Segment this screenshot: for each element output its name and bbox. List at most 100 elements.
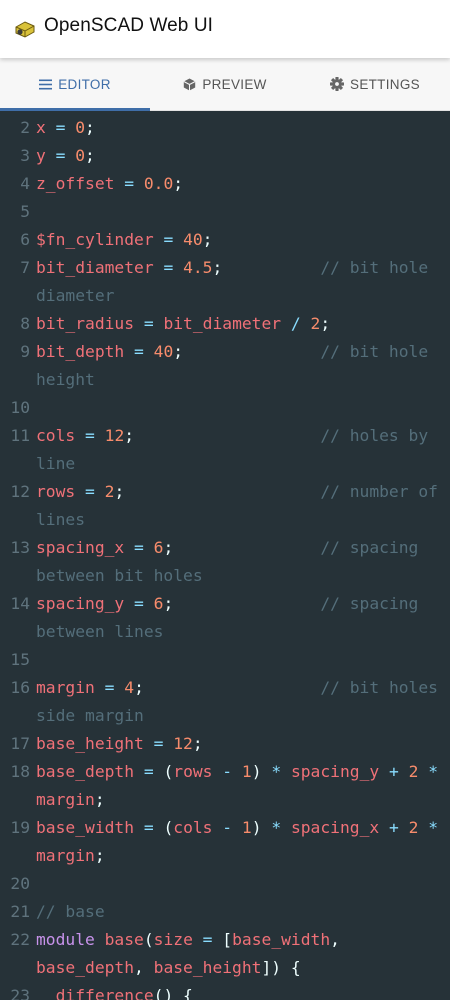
code-line[interactable]: 16 margin = 4; // bit holes side margin [0, 674, 450, 730]
line-number: 8 [20, 314, 30, 333]
line-number: 12 [10, 482, 30, 501]
line-number: 10 [10, 398, 30, 417]
code-token: ( [163, 762, 174, 781]
tab-settings[interactable]: SETTINGS [300, 58, 450, 110]
code-line[interactable]: 18 base_depth = (rows - 1) * spacing_y + … [0, 758, 450, 814]
code-token: base_height [36, 734, 144, 753]
code-line[interactable]: 10 ​ [0, 394, 450, 422]
code-line[interactable]: 6 $fn_cylinder = 40; [0, 226, 450, 254]
code-line[interactable]: 20 ​ [0, 870, 450, 898]
code-token: = [134, 762, 164, 781]
code-lines: 2x = 0;3y = 0;4z_offset = 0.0;5​6$fn_cyl… [0, 114, 450, 1000]
line-number: 19 [10, 818, 30, 837]
code-line[interactable]: 4 z_offset = 0.0; [0, 170, 450, 198]
code-token: * [261, 818, 291, 837]
code-token: spacing_x [290, 818, 380, 837]
code-token: rows [173, 762, 213, 781]
code-token: ; [173, 342, 184, 361]
line-number: 23 [10, 986, 30, 1000]
tab-editor[interactable]: EDITOR [0, 58, 150, 111]
code-token: margin [36, 678, 95, 697]
code-line[interactable]: 23 difference() { [0, 982, 450, 1000]
code-line[interactable]: 5​ [0, 198, 450, 226]
code-line[interactable]: 13 spacing_x = 6; // spacing between bit … [0, 534, 450, 590]
code-token: cols [173, 818, 213, 837]
code-token: bit_diameter [163, 314, 282, 333]
code-token: + [379, 762, 409, 781]
code-token: x [36, 118, 46, 137]
code-line[interactable]: 11 cols = 12; // holes by line [0, 422, 450, 478]
line-number: 15 [10, 650, 30, 669]
code-text: ​ [36, 198, 440, 226]
app-bar: OpenSCAD Web UI [0, 0, 450, 58]
code-token: * [418, 762, 448, 781]
code-token: ; [124, 426, 135, 445]
line-number: 2 [20, 118, 30, 137]
code-text: spacing_x = 6; // spacing between bit ho… [36, 534, 440, 590]
code-token: base_height [153, 958, 262, 977]
line-number: 13 [10, 538, 30, 557]
code-line[interactable]: 17 base_height = 12; [0, 730, 450, 758]
code-token: = [153, 258, 184, 277]
line-number: 5 [20, 202, 30, 221]
line-number: 11 [10, 426, 30, 445]
code-text: z_offset = 0.0; [36, 170, 440, 198]
code-token: ; [163, 594, 174, 613]
code-token: 2 [310, 314, 321, 333]
code-line[interactable]: 21 // base [0, 898, 450, 926]
code-line[interactable]: 3y = 0; [0, 142, 450, 170]
line-number: 4 [20, 174, 30, 193]
line-number: 18 [10, 762, 30, 781]
code-token: = [143, 734, 174, 753]
code-token: ; [320, 314, 331, 333]
line-number: 21 [10, 902, 30, 921]
code-token: base_width [232, 930, 331, 949]
code-token: ( [163, 818, 174, 837]
code-token: module [36, 930, 105, 949]
code-token: 12 [104, 426, 125, 445]
line-number: 9 [20, 342, 30, 361]
code-token: size [153, 930, 193, 949]
tab-bar: EDITOR PREVIEW SETTINGS [0, 58, 450, 111]
tab-preview[interactable]: PREVIEW [150, 58, 300, 110]
code-token: bit_depth [36, 342, 125, 361]
code-text: base_height = 12; [36, 730, 440, 758]
code-line[interactable]: 12 rows = 2; // number of lines [0, 478, 450, 534]
code-text: bit_depth = 40; // bit hole height [36, 338, 440, 394]
code-line[interactable]: 14 spacing_y = 6; // spacing between line… [0, 590, 450, 646]
code-token: 0.0 [143, 174, 174, 193]
code-token: = [45, 146, 76, 165]
code-line[interactable]: 7 bit_diameter = 4.5; // bit hole diamete… [0, 254, 450, 310]
code-token: ; [114, 482, 125, 501]
code-token: ; [192, 734, 203, 753]
code-line[interactable]: 2x = 0; [0, 114, 450, 142]
code-line[interactable]: 15 ​ [0, 646, 450, 674]
code-line[interactable]: 8 bit_radius = bit_diameter / 2; [0, 310, 450, 338]
code-token: ; [163, 538, 174, 557]
code-token: margin [36, 846, 95, 865]
code-token: 2 [408, 762, 419, 781]
line-number: 6 [20, 230, 30, 249]
code-token: = [124, 538, 154, 557]
code-token: spacing_y [36, 594, 125, 613]
app-title: OpenSCAD Web UI [44, 15, 214, 36]
code-token: 0 [75, 146, 86, 165]
line-number: 7 [20, 258, 30, 277]
tab-settings-label: SETTINGS [350, 76, 420, 92]
tab-editor-label: EDITOR [58, 76, 111, 92]
code-token: spacing_y [290, 762, 380, 781]
code-line[interactable]: 19 base_width = (cols - 1) * spacing_x + … [0, 814, 450, 870]
code-token: ; [85, 118, 95, 137]
list-icon [39, 79, 53, 89]
code-token: ]) { [261, 958, 301, 977]
code-token: = [45, 118, 76, 137]
code-token: ) [251, 818, 262, 837]
code-line[interactable]: 22 module base(size = [base_width, base_d… [0, 926, 450, 982]
code-line[interactable]: 9 bit_depth = 40; // bit hole height [0, 338, 450, 394]
gear-icon [330, 77, 345, 91]
code-token: bit_radius [36, 314, 135, 333]
code-token: 2 [408, 818, 419, 837]
code-editor[interactable]: 2x = 0;3y = 0;4z_offset = 0.0;5​6$fn_cyl… [0, 111, 450, 1000]
code-text: bit_radius = bit_diameter / 2; [36, 310, 440, 338]
